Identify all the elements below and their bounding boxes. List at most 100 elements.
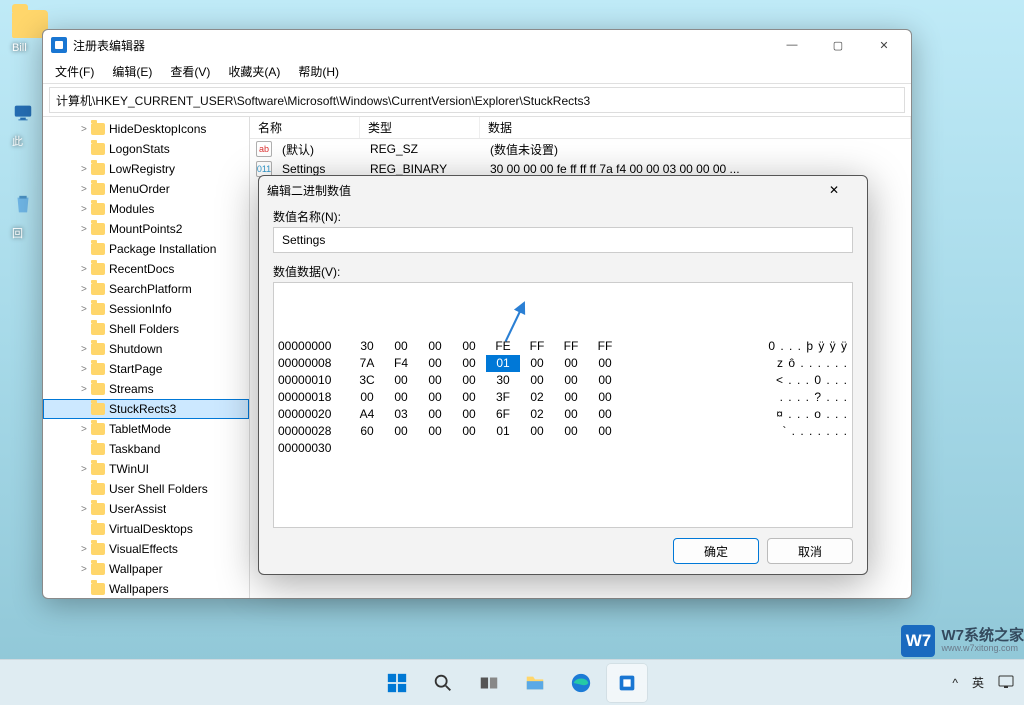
address-bar[interactable]: 计算机\HKEY_CURRENT_USER\Software\Microsoft…	[49, 87, 905, 113]
menu-favorites[interactable]: 收藏夹(A)	[220, 61, 288, 82]
hex-byte[interactable]: 00	[452, 372, 486, 389]
tray-chevron-icon[interactable]: ^	[952, 676, 958, 690]
tree-item[interactable]: StuckRects3	[43, 399, 249, 419]
expand-chevron-icon[interactable]: >	[81, 384, 91, 395]
hex-byte[interactable]: 00	[452, 338, 486, 355]
hex-byte[interactable]: 00	[554, 389, 588, 406]
tree-item[interactable]: >HideDesktopIcons	[43, 119, 249, 139]
hex-byte[interactable]: 00	[588, 423, 622, 440]
hex-bytes[interactable]: 7AF4000001000000	[350, 355, 728, 372]
tree-item[interactable]: >SessionInfo	[43, 299, 249, 319]
hex-byte[interactable]: 03	[384, 406, 418, 423]
tree-item[interactable]: Package Installation	[43, 239, 249, 259]
expand-chevron-icon[interactable]: >	[81, 304, 91, 315]
hex-byte[interactable]: 00	[384, 372, 418, 389]
hex-byte[interactable]: 00	[384, 389, 418, 406]
list-row[interactable]: ab(默认)REG_SZ(数值未设置)	[250, 139, 911, 159]
menu-help[interactable]: 帮助(H)	[290, 61, 347, 82]
hex-byte[interactable]: 00	[418, 338, 452, 355]
hex-bytes[interactable]	[350, 440, 728, 457]
hex-bytes[interactable]: 30000000FEFFFFFF	[350, 338, 728, 355]
tree-item[interactable]: User Shell Folders	[43, 479, 249, 499]
tree-item[interactable]: >Streams	[43, 379, 249, 399]
tree-item[interactable]: >Modules	[43, 199, 249, 219]
hex-byte[interactable]: 00	[418, 372, 452, 389]
hex-byte[interactable]: 60	[350, 423, 384, 440]
hex-byte[interactable]: 01	[486, 423, 520, 440]
registry-editor-taskbar-button[interactable]	[607, 664, 647, 702]
hex-byte[interactable]: 02	[520, 406, 554, 423]
ok-button[interactable]: 确定	[673, 538, 759, 564]
cancel-button[interactable]: 取消	[767, 538, 853, 564]
expand-chevron-icon[interactable]: >	[81, 364, 91, 375]
hex-byte[interactable]: FF	[588, 338, 622, 355]
hex-bytes[interactable]: 6000000001000000	[350, 423, 728, 440]
hex-row[interactable]: 000000286000000001000000` . . . . . . .	[278, 423, 848, 440]
expand-chevron-icon[interactable]: >	[81, 224, 91, 235]
col-type[interactable]: 类型	[360, 117, 480, 138]
tree-item[interactable]: >TWinUI	[43, 459, 249, 479]
hex-byte[interactable]: FF	[520, 338, 554, 355]
tree-item[interactable]: >RecentDocs	[43, 259, 249, 279]
search-button[interactable]	[423, 664, 463, 702]
tree-item[interactable]: >StartPage	[43, 359, 249, 379]
expand-chevron-icon[interactable]: >	[81, 184, 91, 195]
hex-byte[interactable]: A4	[350, 406, 384, 423]
task-view-button[interactable]	[469, 664, 509, 702]
hex-byte[interactable]: 3C	[350, 372, 384, 389]
hex-byte[interactable]: 00	[452, 423, 486, 440]
hex-byte[interactable]: 00	[418, 423, 452, 440]
hex-byte[interactable]: 00	[384, 338, 418, 355]
expand-chevron-icon[interactable]: >	[81, 284, 91, 295]
hex-byte[interactable]: 00	[418, 355, 452, 372]
tree-item[interactable]: >TabletMode	[43, 419, 249, 439]
hex-byte[interactable]: 00	[554, 372, 588, 389]
tree-item[interactable]: LogonStats	[43, 139, 249, 159]
expand-chevron-icon[interactable]: >	[81, 544, 91, 555]
edge-button[interactable]	[561, 664, 601, 702]
tree-item[interactable]: VirtualDesktops	[43, 519, 249, 539]
dialog-close-button[interactable]: ✕	[829, 183, 859, 197]
close-button[interactable]: ✕	[861, 31, 907, 59]
expand-chevron-icon[interactable]: >	[81, 464, 91, 475]
hex-row[interactable]: 00000020A40300006F020000¤ . . . o . . .	[278, 406, 848, 423]
expand-chevron-icon[interactable]: >	[81, 564, 91, 575]
hex-byte[interactable]: 00	[588, 355, 622, 372]
hex-bytes[interactable]: 000000003F020000	[350, 389, 728, 406]
tree-item[interactable]: Shell Folders	[43, 319, 249, 339]
tree-item[interactable]: >VisualEffects	[43, 539, 249, 559]
hex-byte[interactable]: 00	[588, 406, 622, 423]
hex-byte[interactable]: 00	[520, 355, 554, 372]
hex-byte[interactable]: 00	[554, 423, 588, 440]
hex-byte[interactable]: 00	[520, 372, 554, 389]
expand-chevron-icon[interactable]: >	[81, 204, 91, 215]
hex-byte[interactable]: 7A	[350, 355, 384, 372]
tree-item[interactable]: >UserAssist	[43, 499, 249, 519]
hex-bytes[interactable]: A40300006F020000	[350, 406, 728, 423]
hex-byte[interactable]: 00	[384, 423, 418, 440]
tree-item[interactable]: >MenuOrder	[43, 179, 249, 199]
tree-item[interactable]: >Wallpaper	[43, 559, 249, 579]
hex-byte[interactable]: 00	[418, 389, 452, 406]
start-button[interactable]	[377, 664, 417, 702]
hex-byte[interactable]: F4	[384, 355, 418, 372]
value-name-input[interactable]: Settings	[273, 227, 853, 253]
tree-panel[interactable]: >HideDesktopIconsLogonStats>LowRegistry>…	[43, 117, 250, 598]
tree-item[interactable]: >SearchPlatform	[43, 279, 249, 299]
hex-editor[interactable]: 0000000030000000FEFFFFFF0 . . . þ ÿ ÿ ÿ0…	[273, 282, 853, 528]
menu-edit[interactable]: 编辑(E)	[104, 61, 160, 82]
col-data[interactable]: 数据	[480, 117, 911, 138]
hex-byte[interactable]: 00	[418, 406, 452, 423]
hex-byte[interactable]: 00	[520, 423, 554, 440]
hex-byte[interactable]: 00	[350, 389, 384, 406]
hex-row[interactable]: 000000103C00000030000000< . . . 0 . . .	[278, 372, 848, 389]
hex-row[interactable]: 0000000030000000FEFFFFFF0 . . . þ ÿ ÿ ÿ	[278, 338, 848, 355]
hex-byte[interactable]: 00	[554, 406, 588, 423]
hex-byte[interactable]: FE	[486, 338, 520, 355]
minimize-button[interactable]: —	[769, 31, 815, 59]
hex-byte[interactable]: 30	[350, 338, 384, 355]
hex-row[interactable]: 000000087AF4000001000000z ô . . . . . .	[278, 355, 848, 372]
hex-row[interactable]: 00000030	[278, 440, 848, 457]
menu-file[interactable]: 文件(F)	[47, 61, 102, 82]
file-explorer-button[interactable]	[515, 664, 555, 702]
